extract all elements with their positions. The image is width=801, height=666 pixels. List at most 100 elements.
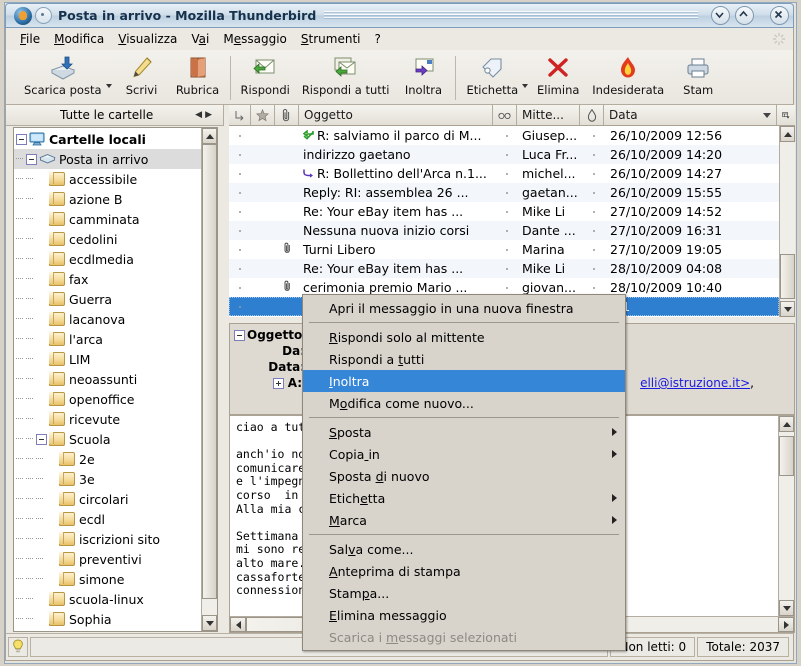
folder-item-simone[interactable]: simone: [14, 569, 201, 589]
column-sender[interactable]: Mitte...: [517, 105, 580, 125]
get-mail-dropdown-arrow[interactable]: [105, 84, 112, 88]
msglist-scroll-up-button[interactable]: [780, 126, 795, 142]
recipient-email-link[interactable]: elli@istruzione.it>: [640, 376, 750, 390]
body-hscroll-left-button[interactable]: [230, 617, 246, 632]
menu-help[interactable]: ?: [368, 30, 388, 48]
context-menu-item-salva-come[interactable]: Salva come...: [303, 538, 625, 560]
context-menu-item-stampa[interactable]: Stampa...: [303, 582, 625, 604]
toolbar-compose[interactable]: Scrivi: [114, 54, 170, 97]
message-body-scrollbar[interactable]: [778, 416, 794, 616]
message-row[interactable]: R: salviamo il parco di M... Giusep... 26/…: [229, 126, 779, 145]
column-thread[interactable]: [229, 105, 251, 125]
body-hscroll-right-button[interactable]: [778, 617, 794, 632]
message-row[interactable]: Nessuna nuova inizio corsi Dante ... 27/10…: [229, 221, 779, 240]
toolbar-get-mail[interactable]: Scarica posta: [18, 54, 108, 97]
folder-item-ecdl[interactable]: ecdl: [14, 509, 201, 529]
message-row[interactable]: indirizzo gaetano Luca Fr... 26/10/2009 14…: [229, 145, 779, 164]
context-menu-item-inoltra[interactable]: Inoltra: [303, 370, 625, 392]
folder-item-camminata[interactable]: camminata: [14, 209, 201, 229]
tree-collapse-twisty[interactable]: [36, 433, 47, 445]
body-scroll-up-button[interactable]: [779, 416, 794, 432]
maximize-button[interactable]: [735, 6, 754, 25]
toolbar-reply-all[interactable]: Rispondi a tutti: [296, 54, 396, 97]
folder-tree-scrollbar[interactable]: [201, 128, 217, 631]
message-context-menu[interactable]: Apri il messaggio in una nuova finestra R…: [302, 294, 626, 651]
junk-cell[interactable]: [582, 267, 606, 270]
menu-file[interactable]: File: [13, 30, 47, 48]
folder-item-guerra[interactable]: Guerra: [14, 289, 201, 309]
folder-item-accessibile[interactable]: accessibile: [14, 169, 201, 189]
msglist-scroll-thumb[interactable]: [780, 254, 795, 299]
tree-collapse-twisty[interactable]: [16, 133, 27, 145]
context-menu-item-marca[interactable]: Marca: [303, 509, 625, 531]
message-row[interactable]: Turni Libero Marina 27/10/2009 19:05: [229, 240, 779, 259]
context-menu-item-etichetta[interactable]: Etichetta: [303, 487, 625, 509]
toolbar-forward[interactable]: Inoltra: [395, 54, 451, 97]
folder-item-neoassunti[interactable]: neoassunti: [14, 369, 201, 389]
body-scroll-track[interactable]: [779, 432, 794, 600]
toolbar-print[interactable]: Stam: [670, 54, 726, 97]
body-scroll-thumb[interactable]: [779, 436, 794, 476]
lightbulb-icon[interactable]: [8, 637, 28, 657]
minimize-button[interactable]: [711, 6, 730, 25]
folder-item-cartelle-locali[interactable]: Cartelle locali: [14, 129, 201, 149]
folder-item-3e[interactable]: 3e: [14, 469, 201, 489]
menu-modifica[interactable]: Modifica: [47, 30, 111, 48]
column-attachment[interactable]: [275, 105, 299, 125]
context-menu-item-copia-in[interactable]: Copia in: [303, 443, 625, 465]
context-menu-item-rispondi-solo-al-mittente[interactable]: Rispondi solo al mittente: [303, 326, 625, 348]
folder-scroll-up-button[interactable]: [202, 128, 217, 144]
tree-collapse-twisty[interactable]: [26, 153, 37, 165]
folder-item-lim[interactable]: LIM: [14, 349, 201, 369]
junk-cell[interactable]: [582, 248, 606, 251]
folder-item-azione-b[interactable]: azione B: [14, 189, 201, 209]
toolbar-delete[interactable]: Elimina: [530, 54, 586, 97]
menu-visualizza[interactable]: Visualizza: [111, 30, 184, 48]
window-menu-button[interactable]: [35, 7, 52, 24]
folder-item-ricevute[interactable]: ricevute: [14, 409, 201, 429]
context-menu-item-sposta[interactable]: Sposta: [303, 421, 625, 443]
column-picker-icon[interactable]: [777, 105, 795, 125]
column-subject[interactable]: Oggetto: [299, 105, 493, 125]
junk-cell[interactable]: [582, 153, 606, 156]
folder-item-lacanova[interactable]: lacanova: [14, 309, 201, 329]
column-read[interactable]: [493, 105, 517, 125]
menu-strumenti[interactable]: Strumenti: [294, 30, 368, 48]
msglist-scroll-track[interactable]: [780, 142, 795, 301]
context-menu-item-sposta-di-nuovo[interactable]: Sposta di nuovo: [303, 465, 625, 487]
folder-tree[interactable]: Cartelle locali Posta in arrivo accessibil…: [14, 128, 201, 631]
folder-item-vacanze[interactable]: Vacanze: [14, 629, 201, 631]
folder-item-cedolini[interactable]: cedolini: [14, 229, 201, 249]
junk-cell[interactable]: [582, 172, 606, 175]
folder-scroll-down-button[interactable]: [202, 615, 217, 631]
context-menu-item-anteprima-di-stampa[interactable]: Anteprima di stampa: [303, 560, 625, 582]
folder-item-ecdlmedia[interactable]: ecdlmedia: [14, 249, 201, 269]
folder-view-arrows[interactable]: ◀▶: [195, 110, 223, 120]
message-row[interactable]: Re: Your eBay item has ... Mike Li 27/10/2…: [229, 202, 779, 221]
message-row[interactable]: R: Bollettino dell'Arca n.1... michel... 2…: [229, 164, 779, 183]
folder-scroll-track[interactable]: [202, 144, 217, 615]
header-expand-recipients-twisty[interactable]: [273, 378, 284, 389]
toolbar-junk[interactable]: Indesiderata: [586, 54, 670, 97]
context-menu-item-apri-il-messaggio-in-una-nuova-finestra[interactable]: Apri il messaggio in una nuova finestra: [303, 297, 625, 319]
folder-item-posta-in-arrivo[interactable]: Posta in arrivo: [14, 149, 201, 169]
folder-item-fax[interactable]: fax: [14, 269, 201, 289]
msglist-scroll-down-button[interactable]: [780, 301, 795, 317]
junk-cell[interactable]: [582, 191, 606, 194]
context-menu-item-modifica-come-nuovo[interactable]: Modifica come nuovo...: [303, 392, 625, 414]
column-junk[interactable]: [580, 105, 604, 125]
menu-messaggio[interactable]: Messaggio: [216, 30, 294, 48]
column-date[interactable]: Data: [604, 105, 777, 125]
folder-item-circolari[interactable]: circolari: [14, 489, 201, 509]
junk-cell[interactable]: [582, 286, 606, 289]
junk-cell[interactable]: [582, 229, 606, 232]
folder-item-preventivi[interactable]: preventivi: [14, 549, 201, 569]
tag-dropdown-arrow[interactable]: [522, 84, 529, 88]
toolbar-reply[interactable]: Rispondi: [235, 54, 296, 97]
toolbar-address-book[interactable]: Rubrica: [170, 54, 226, 97]
message-list-rows[interactable]: R: salviamo il parco di M... Giusep... 26/…: [229, 126, 779, 317]
folder-item-scuola-linux[interactable]: scuola-linux: [14, 589, 201, 609]
folder-item-l-arca[interactable]: l'arca: [14, 329, 201, 349]
folder-item-openoffice[interactable]: openoffice: [14, 389, 201, 409]
message-row[interactable]: Reply: RI: assemblea 26 ... gaetan... 26/1…: [229, 183, 779, 202]
